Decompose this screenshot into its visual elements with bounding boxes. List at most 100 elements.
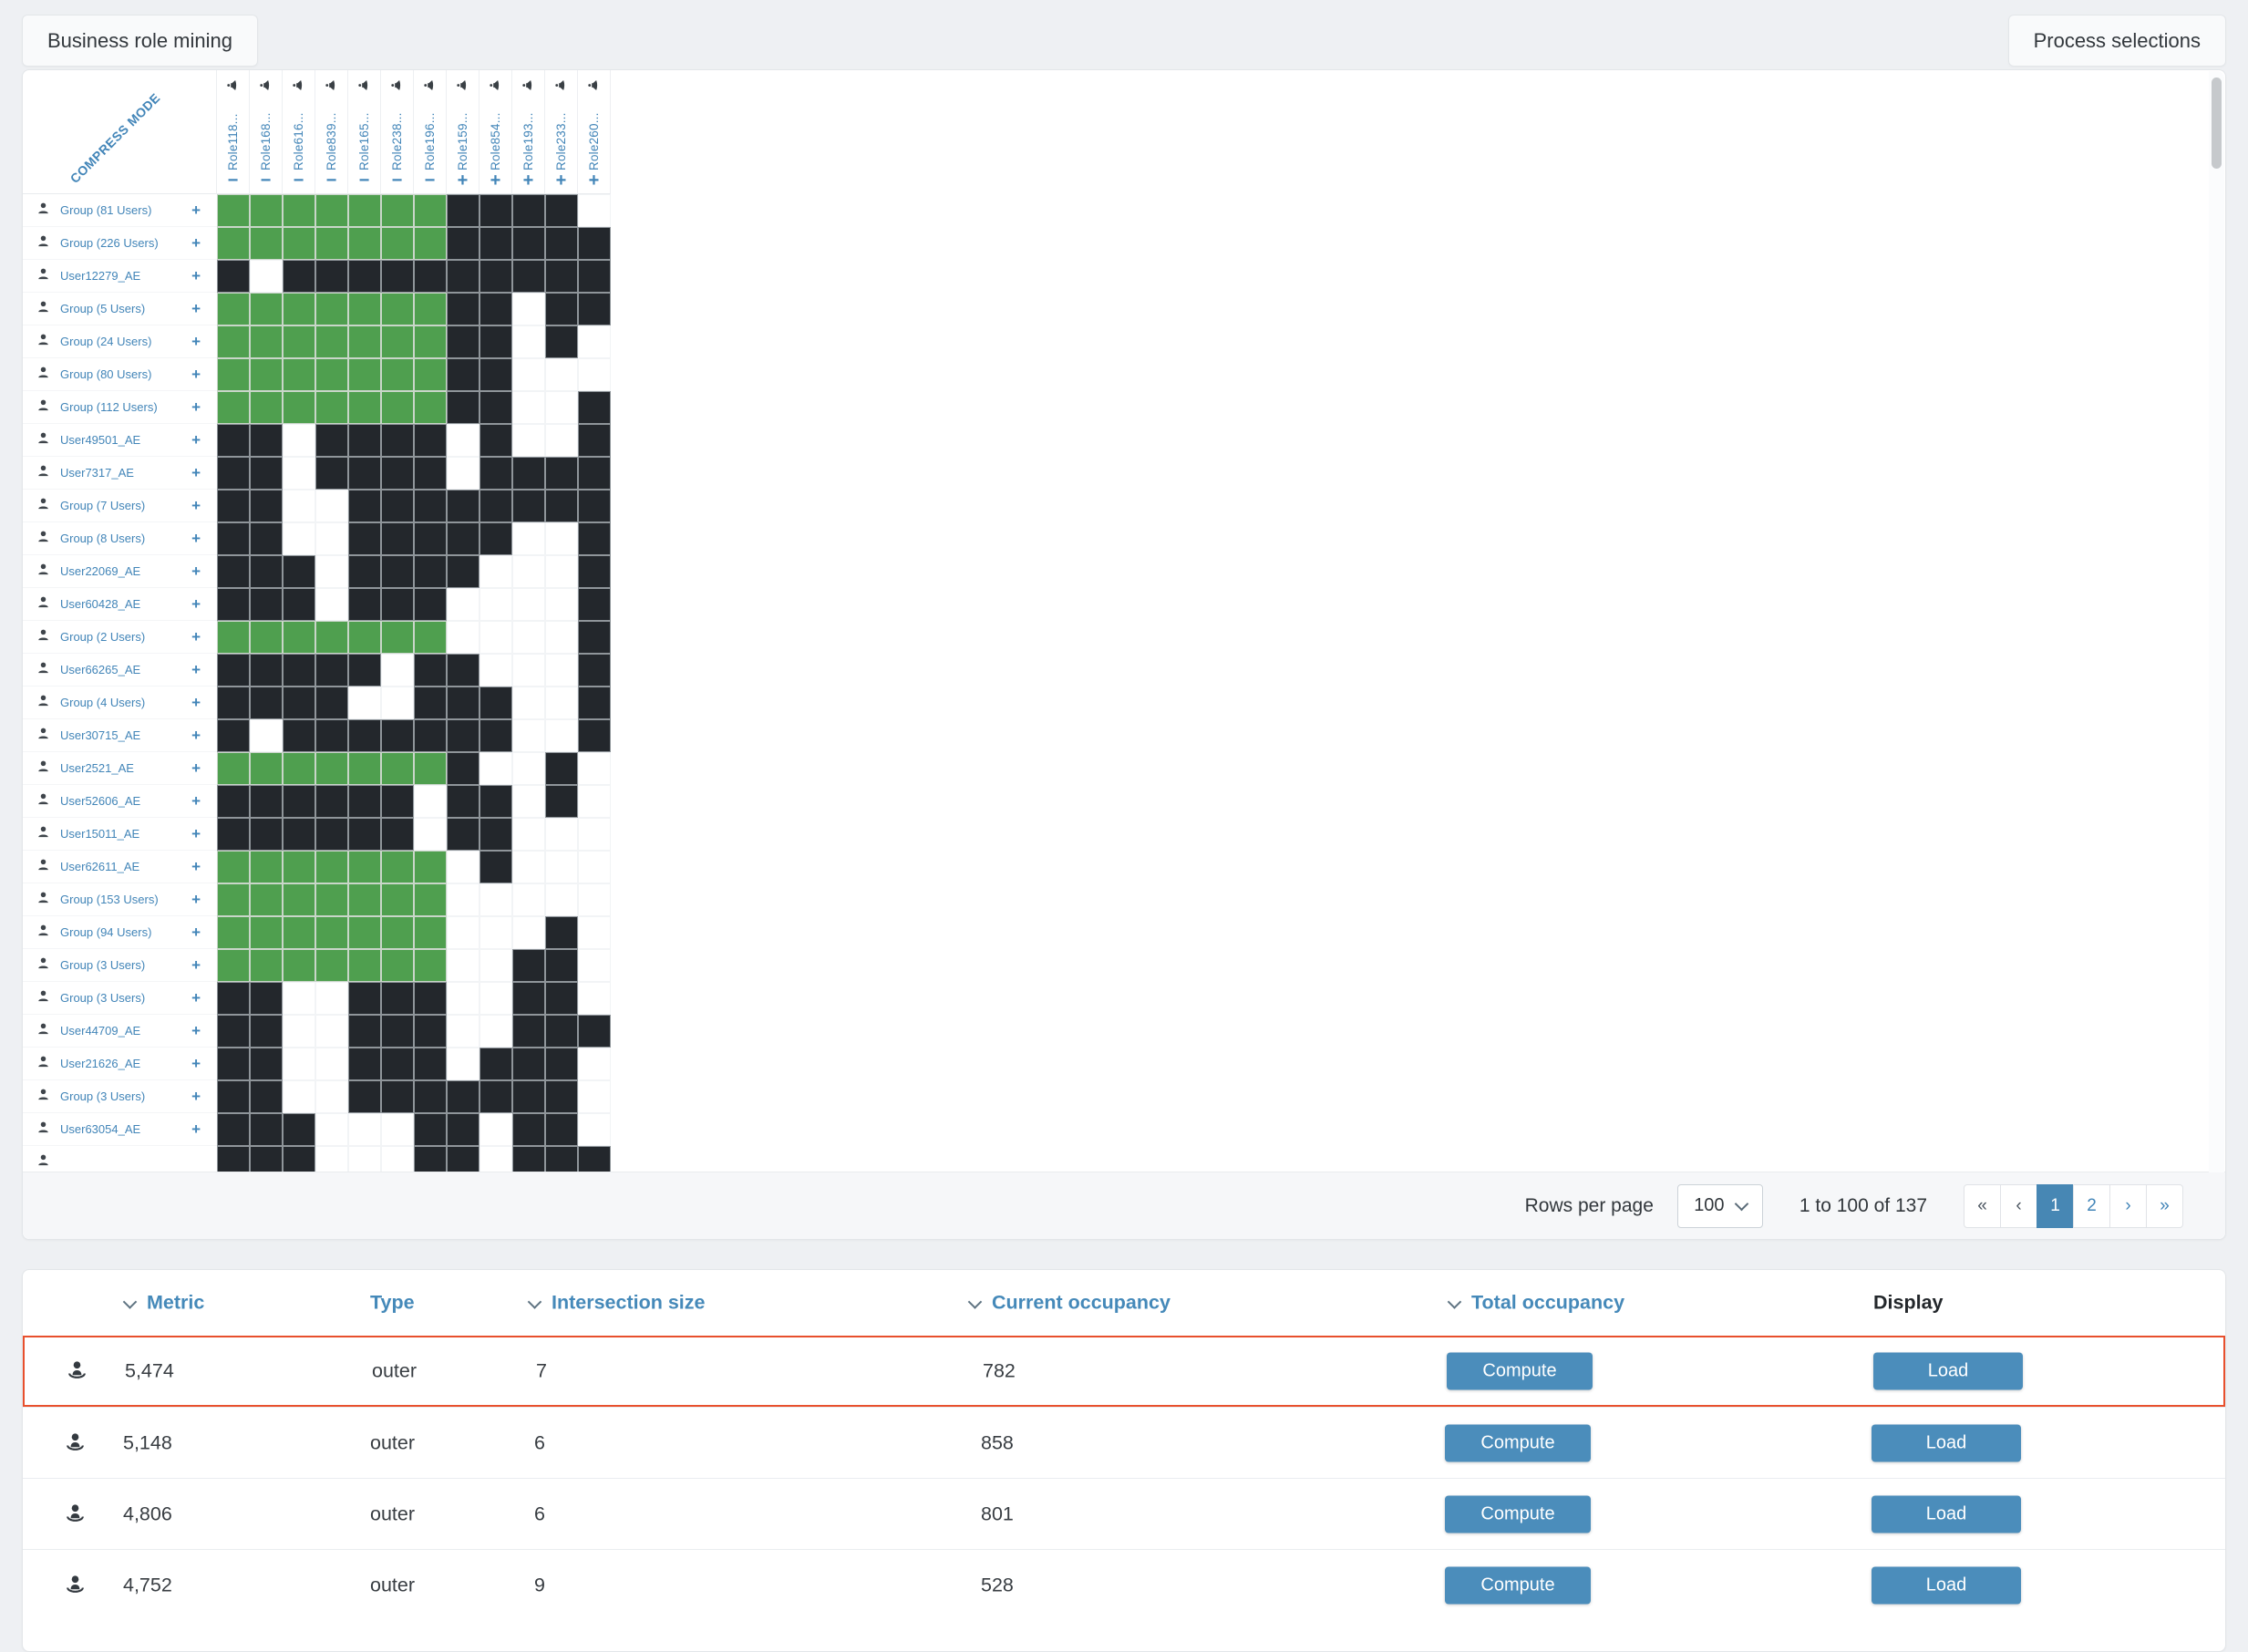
row-entity-link[interactable]: User12279_AE (60, 269, 191, 283)
expand-plus-icon[interactable]: + (191, 891, 201, 909)
matrix-cell[interactable] (545, 260, 578, 293)
matrix-cell[interactable] (250, 424, 283, 457)
matrix-cell[interactable] (348, 982, 381, 1015)
matrix-cell[interactable] (315, 555, 348, 588)
row-entity-link[interactable]: Group (3 Users) (60, 991, 191, 1005)
matrix-cell[interactable] (217, 1048, 250, 1080)
matrix-cell[interactable] (414, 555, 447, 588)
matrix-cell[interactable] (250, 818, 283, 851)
matrix-cell[interactable] (414, 654, 447, 687)
matrix-cell[interactable] (348, 654, 381, 687)
matrix-cell[interactable] (414, 1146, 447, 1173)
matrix-cell[interactable] (512, 982, 545, 1015)
matrix-cell[interactable] (348, 818, 381, 851)
matrix-cell[interactable] (447, 621, 480, 654)
matrix-cell[interactable] (447, 424, 480, 457)
matrix-cell[interactable] (381, 982, 414, 1015)
expand-plus-icon[interactable]: + (191, 431, 201, 449)
matrix-cell[interactable] (578, 1015, 611, 1048)
matrix-cell[interactable] (283, 982, 315, 1015)
matrix-cell[interactable] (512, 851, 545, 883)
matrix-cell[interactable] (414, 785, 447, 818)
matrix-cell[interactable] (545, 1146, 578, 1173)
matrix-cell[interactable] (512, 949, 545, 982)
matrix-cell[interactable] (381, 1015, 414, 1048)
collapse-minus-icon[interactable]: − (392, 171, 403, 190)
matrix-cell[interactable] (217, 424, 250, 457)
matrix-cell[interactable] (578, 949, 611, 982)
matrix-cell[interactable] (250, 982, 283, 1015)
matrix-cell[interactable] (315, 1048, 348, 1080)
matrix-cell[interactable] (348, 325, 381, 358)
prev-page-button[interactable]: ‹ (2000, 1183, 2037, 1228)
matrix-cell[interactable] (217, 293, 250, 325)
matrix-cell[interactable] (545, 522, 578, 555)
matrix-cell[interactable] (512, 1048, 545, 1080)
matrix-cell[interactable] (217, 687, 250, 719)
expand-plus-icon[interactable]: + (191, 759, 201, 778)
matrix-cell[interactable] (283, 654, 315, 687)
matrix-cell[interactable] (283, 260, 315, 293)
matrix-cell[interactable] (217, 982, 250, 1015)
matrix-cell[interactable] (414, 424, 447, 457)
matrix-cell[interactable] (480, 883, 512, 916)
matrix-cell[interactable] (480, 194, 512, 227)
matrix-cell[interactable] (578, 687, 611, 719)
matrix-cell[interactable] (348, 227, 381, 260)
expand-plus-icon[interactable]: + (191, 398, 201, 417)
expand-plus-icon[interactable]: + (191, 563, 201, 581)
matrix-cell[interactable] (250, 687, 283, 719)
matrix-cell[interactable] (283, 391, 315, 424)
matrix-cell[interactable] (217, 490, 250, 522)
matrix-cell[interactable] (512, 1080, 545, 1113)
matrix-cell[interactable] (545, 391, 578, 424)
role-column-label[interactable]: Role118... (226, 99, 240, 170)
matrix-cell[interactable] (447, 883, 480, 916)
matrix-cell[interactable] (414, 227, 447, 260)
matrix-cell[interactable] (512, 522, 545, 555)
matrix-cell[interactable] (217, 194, 250, 227)
matrix-cell[interactable] (447, 1080, 480, 1113)
expand-plus-icon[interactable]: + (191, 825, 201, 843)
matrix-cell[interactable] (447, 1048, 480, 1080)
matrix-cell[interactable] (578, 851, 611, 883)
matrix-cell[interactable] (578, 457, 611, 490)
matrix-cell[interactable] (447, 260, 480, 293)
matrix-cell[interactable] (283, 949, 315, 982)
row-entity-link[interactable]: User30715_AE (60, 728, 191, 742)
matrix-cell[interactable] (315, 982, 348, 1015)
matrix-cell[interactable] (512, 325, 545, 358)
matrix-cell[interactable] (250, 719, 283, 752)
matrix-cell[interactable] (414, 391, 447, 424)
collapse-minus-icon[interactable]: − (359, 171, 370, 190)
matrix-cell[interactable] (381, 719, 414, 752)
matrix-cell[interactable] (348, 1080, 381, 1113)
matrix-cell[interactable] (315, 588, 348, 621)
matrix-cell[interactable] (217, 457, 250, 490)
expand-plus-icon[interactable]: + (191, 924, 201, 942)
matrix-cell[interactable] (480, 687, 512, 719)
matrix-cell[interactable] (414, 457, 447, 490)
matrix-cell[interactable] (315, 883, 348, 916)
expand-plus-icon[interactable]: + (191, 497, 201, 515)
matrix-cell[interactable] (381, 588, 414, 621)
column-header-total-occupancy[interactable]: Total occupancy (1447, 1292, 1624, 1315)
matrix-cell[interactable] (217, 949, 250, 982)
matrix-cell[interactable] (217, 719, 250, 752)
matrix-cell[interactable] (545, 293, 578, 325)
matrix-cell[interactable] (480, 1080, 512, 1113)
matrix-cell[interactable] (381, 1113, 414, 1146)
row-entity-link[interactable]: User66265_AE (60, 663, 191, 676)
role-column-label[interactable]: Role839... (325, 99, 338, 170)
expand-plus-icon[interactable]: + (191, 234, 201, 253)
matrix-cell[interactable] (283, 818, 315, 851)
matrix-cell[interactable] (283, 1048, 315, 1080)
matrix-cell[interactable] (250, 588, 283, 621)
matrix-cell[interactable] (250, 194, 283, 227)
matrix-cell[interactable] (217, 555, 250, 588)
role-column-label[interactable]: Role854... (489, 99, 502, 170)
matrix-cell[interactable] (381, 358, 414, 391)
matrix-cell[interactable] (578, 654, 611, 687)
matrix-cell[interactable] (480, 555, 512, 588)
matrix-cell[interactable] (315, 260, 348, 293)
